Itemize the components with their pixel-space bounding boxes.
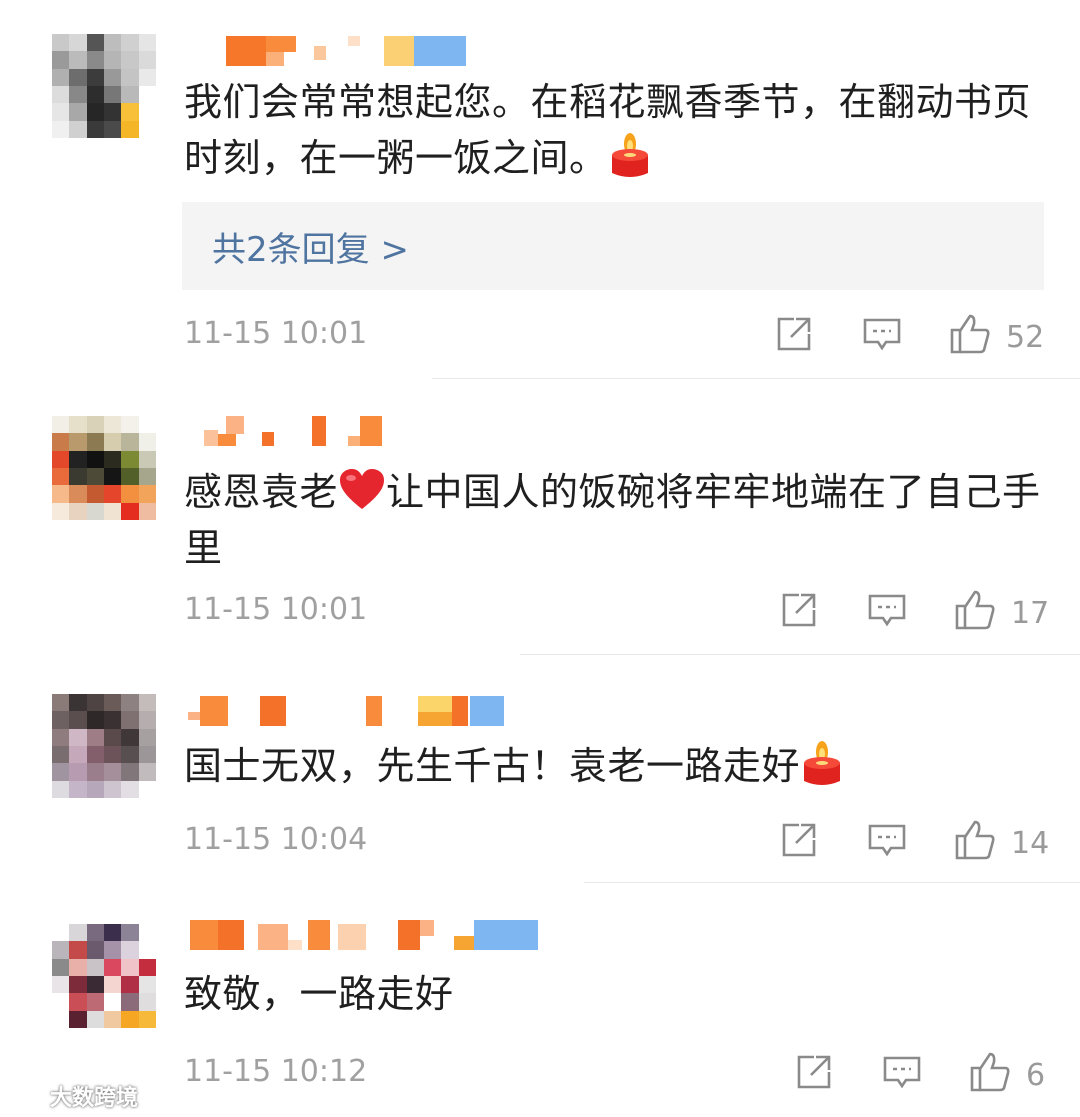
avatar[interactable]	[52, 694, 156, 798]
like-count: 17	[1011, 596, 1050, 631]
comment-timestamp: 11-15 10:01	[184, 592, 368, 627]
comment-actions: 14	[775, 820, 1070, 870]
candle-emoji-icon	[800, 739, 844, 787]
comment-item: 致敬，一路走好 11-15 10:12 6	[0, 884, 1080, 1114]
comment-timestamp: 11-15 10:01	[184, 316, 368, 351]
candle-emoji-icon	[608, 131, 652, 179]
avatar[interactable]	[52, 924, 156, 1028]
comment-text: 感恩袁老 让中国人的饭碗将牢牢地端在了自己手里	[184, 464, 1054, 576]
comment-text-part: 致敬，一路走好	[184, 972, 454, 1016]
thumbs-up-icon[interactable]	[968, 1050, 1012, 1098]
username-mosaic[interactable]	[188, 696, 508, 730]
comment-icon[interactable]	[862, 314, 902, 358]
comment-actions: 6	[790, 1052, 1075, 1102]
avatar[interactable]	[52, 416, 156, 520]
thumbs-up-icon[interactable]	[953, 588, 997, 636]
share-icon[interactable]	[774, 314, 814, 358]
watermark-logo-icon	[4, 1085, 50, 1111]
like-count: 52	[1006, 320, 1045, 355]
comment-text-part: 国士无双，先生千古！袁老一路走好	[184, 744, 801, 788]
comment-timestamp: 11-15 10:04	[184, 822, 368, 857]
avatar[interactable]	[52, 34, 156, 138]
watermark-text: 大数跨境	[50, 1086, 139, 1111]
share-icon[interactable]	[794, 1052, 834, 1096]
share-icon[interactable]	[779, 820, 819, 864]
username-mosaic[interactable]	[188, 920, 548, 954]
comment-text: 致敬，一路走好	[184, 966, 1054, 1022]
comment-item: 国士无双，先生千古！袁老一路走好 11-15 10:04 14	[0, 656, 1080, 884]
comment-icon[interactable]	[867, 590, 907, 634]
like-count: 6	[1026, 1058, 1046, 1093]
comment-icon[interactable]	[882, 1052, 922, 1096]
comment-item: 感恩袁老 让中国人的饭碗将牢牢地端在了自己手里 11-15 10:01 17	[0, 380, 1080, 656]
comment-text-part: 感恩袁老	[184, 470, 339, 514]
heart-emoji-icon	[338, 467, 386, 511]
username-mosaic[interactable]	[188, 416, 388, 450]
comment-item: 我们会常常想起您。在稻花飘香季节，在翻动书页时刻，在一粥一饭之间。 共2条回复 …	[0, 0, 1080, 380]
comment-text: 国士无双，先生千古！袁老一路走好	[184, 738, 1054, 794]
comment-actions: 17	[775, 590, 1070, 640]
divider	[520, 654, 1080, 655]
thumbs-up-icon[interactable]	[953, 818, 997, 866]
share-icon[interactable]	[779, 590, 819, 634]
divider	[584, 882, 1080, 883]
thumbs-up-icon[interactable]	[948, 312, 992, 360]
view-replies-link[interactable]: 共2条回复 >	[212, 222, 409, 271]
like-count: 14	[1011, 826, 1050, 861]
comment-timestamp: 11-15 10:12	[184, 1054, 368, 1089]
divider	[432, 378, 1080, 379]
watermark: 大数跨境	[4, 1080, 138, 1112]
comment-icon[interactable]	[867, 820, 907, 864]
comment-text: 我们会常常想起您。在稻花飘香季节，在翻动书页时刻，在一粥一饭之间。	[184, 74, 1054, 186]
username-mosaic[interactable]	[188, 36, 478, 70]
replies-box[interactable]: 共2条回复 >	[182, 202, 1044, 290]
comment-actions: 52	[770, 314, 1070, 364]
